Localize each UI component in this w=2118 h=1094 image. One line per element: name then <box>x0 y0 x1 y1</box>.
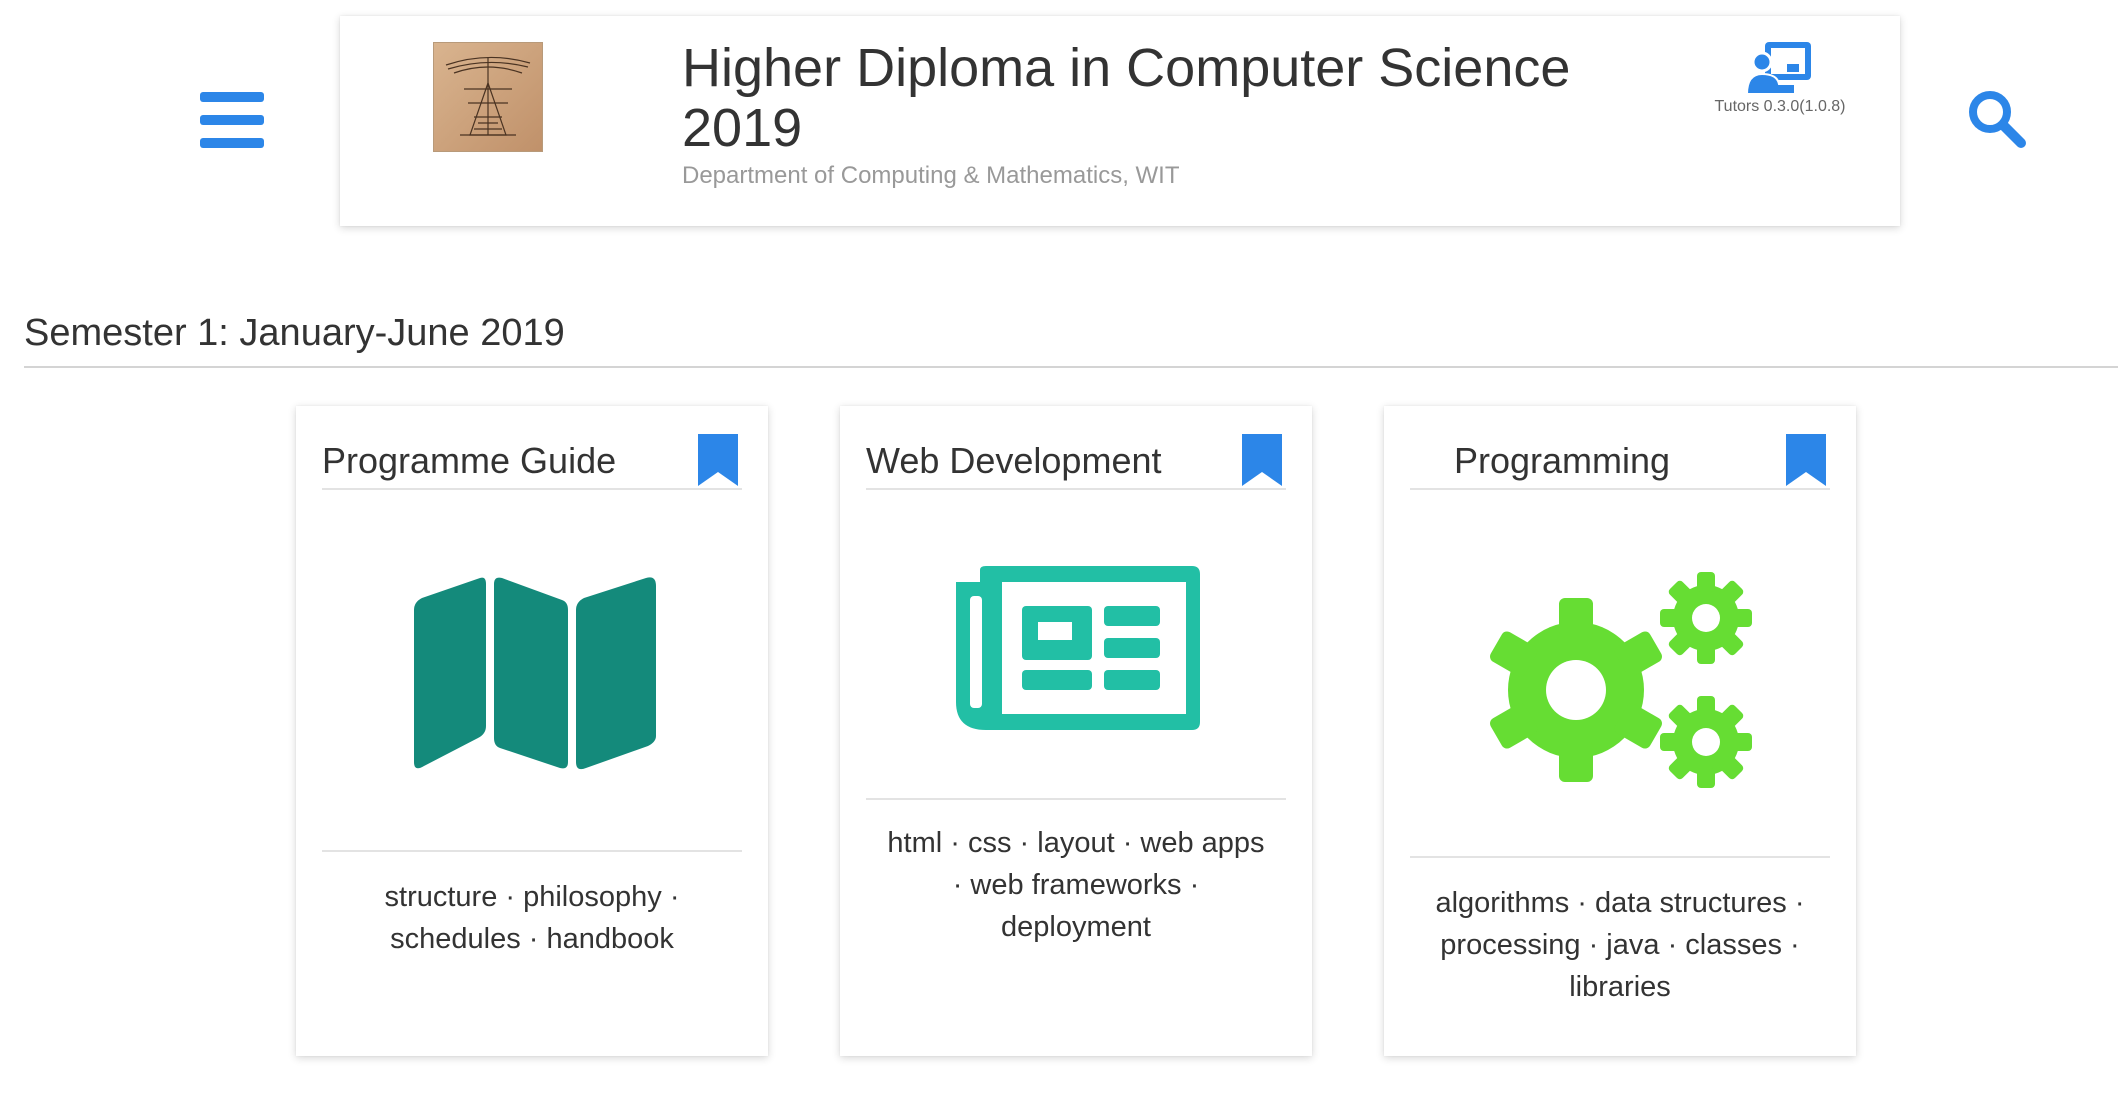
bookmark-icon <box>1242 434 1282 486</box>
card-title: Programming <box>1454 440 1671 481</box>
card-description: algorithms · data structures · processin… <box>1435 887 1805 1003</box>
card-description: html · css · layout · web apps · web fra… <box>887 827 1265 943</box>
card-title-divider <box>322 488 742 490</box>
page-subtitle: Department of Computing & Mathematics, W… <box>682 162 1180 189</box>
hamburger-bar <box>200 138 264 148</box>
card-description: structure · philosophy · schedules · han… <box>384 881 680 955</box>
search-icon <box>1969 91 2026 148</box>
card-programme-guide[interactable]: Programme Guide structure · philosophy ·… <box>296 406 768 1056</box>
bookmark-button[interactable] <box>698 434 738 486</box>
course-logo <box>433 42 543 152</box>
tutors-button[interactable] <box>1745 38 1817 98</box>
bookmark-icon <box>698 434 738 486</box>
bookmark-button[interactable] <box>1242 434 1282 486</box>
bookmark-icon <box>1786 434 1826 486</box>
card-web-development[interactable]: Web Development html · css · layout · we… <box>840 406 1312 1056</box>
tutor-presentation-icon <box>1745 42 1811 95</box>
bookmark-button[interactable] <box>1786 434 1826 486</box>
search-button[interactable] <box>1966 88 2028 150</box>
card-title-divider <box>1410 488 1830 490</box>
version-label: Tutors 0.3.0(1.0.8) <box>1714 98 1846 115</box>
card-divider <box>866 798 1286 800</box>
card-divider <box>1410 856 1830 858</box>
hamburger-menu-icon <box>200 92 264 102</box>
card-programming[interactable]: Programming algorithms · data structures… <box>1384 406 1856 1056</box>
map-icon <box>414 577 656 770</box>
section-divider <box>24 366 2118 368</box>
menu-button[interactable] <box>196 88 268 152</box>
card-title: Web Development <box>866 440 1162 481</box>
header-card: Higher Diploma in Computer Science 2019 … <box>340 16 1900 226</box>
card-divider <box>322 850 742 852</box>
card-title: Programme Guide <box>322 440 617 481</box>
newspaper-icon <box>956 566 1200 730</box>
hamburger-bar <box>200 115 264 125</box>
page-title: Higher Diploma in Computer Science 2019 <box>682 38 1571 158</box>
card-title-divider <box>866 488 1286 490</box>
da-vinci-helicopter-logo <box>434 43 542 151</box>
gears-icon <box>1490 572 1752 788</box>
section-title: Semester 1: January-June 2019 <box>24 312 565 354</box>
